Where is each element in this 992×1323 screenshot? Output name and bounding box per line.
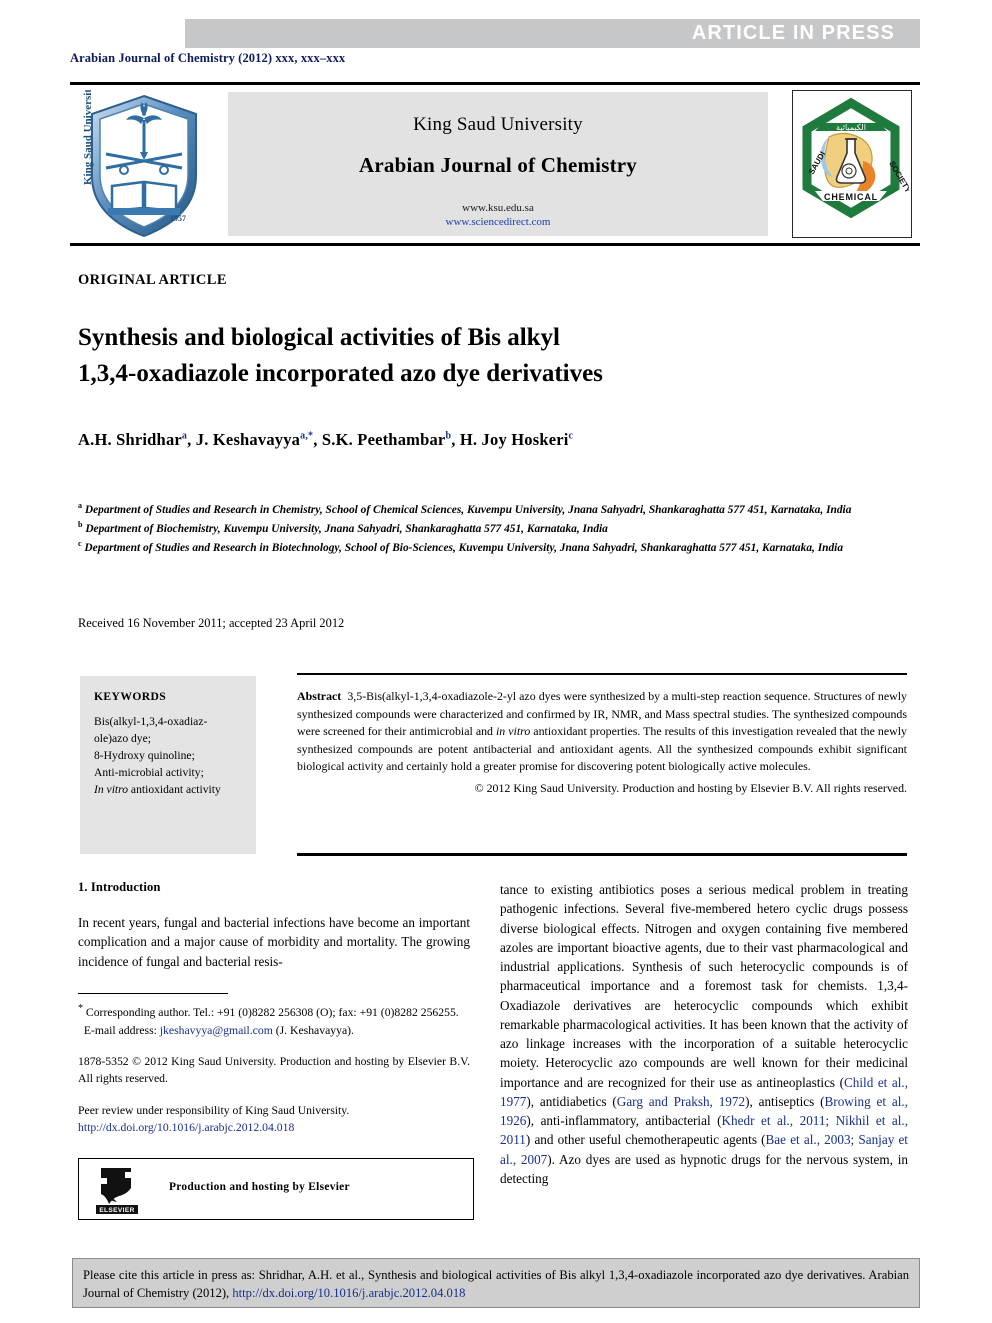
received-accepted-dates: Received 16 November 2011; accepted 23 A… (78, 616, 345, 630)
abstract-block: Abstract 3,5-Bis(alkyl-1,3,4-oxadiazole-… (297, 688, 907, 797)
author-entry: J. Keshavayyaa,*, (195, 430, 322, 449)
saudi-chemical-society-icon: الكيميائية CHEMICAL SAUDI SOCIETY (792, 90, 913, 238)
intro-paragraph-left: In recent years, fungal and bacterial in… (78, 915, 470, 969)
affiliation-item: a Department of Studies and Research in … (78, 501, 852, 516)
issn-copyright-note: 1878-5352 © 2012 King Saud University. P… (78, 1054, 470, 1086)
citation-reference[interactable]: Garg and Praksh, 1972 (617, 1094, 745, 1109)
abstract-italic-phrase: in vitro (496, 724, 531, 738)
svg-text:King Saud University: King Saud University (82, 90, 94, 185)
body-column-left: 1. Introduction In recent years, fungal … (78, 880, 470, 1136)
keywords-heading: KEYWORDS (94, 690, 167, 703)
author-entry: S.K. Peethambarb, (321, 430, 460, 449)
citation-doi-link[interactable]: http://dx.doi.org/10.1016/j.arabjc.2012.… (232, 1286, 465, 1300)
asterisk-icon: * (78, 1003, 83, 1015)
footnote-block: * Corresponding author. Tel.: +91 (0)828… (78, 1002, 470, 1136)
abstract-rule-top (297, 673, 907, 675)
svg-text:CHEMICAL: CHEMICAL (824, 192, 878, 202)
publisher-university-name: King Saud University (413, 114, 583, 135)
author-affiliation-marker: c (568, 430, 574, 442)
article-title-line-2: 1,3,4-oxadiazole incorporated azo dye de… (78, 360, 603, 387)
king-saud-university-shield-icon: King Saud University 1957 (78, 83, 210, 240)
article-first-page: ARTICLE IN PRESS Arabian Journal of Chem… (0, 0, 992, 1323)
article-type-label: ORIGINAL ARTICLE (78, 272, 227, 288)
doi-link[interactable]: http://dx.doi.org/10.1016/j.arabjc.2012.… (78, 1121, 294, 1134)
footnote-divider (78, 992, 228, 995)
svg-text:1957: 1957 (170, 214, 186, 223)
article-in-press-banner: ARTICLE IN PRESS (185, 19, 920, 48)
elsevier-production-label: Production and hosting by Elsevier (169, 1181, 350, 1193)
journal-header-band: King Saud University 1957 King Saud Univ… (70, 83, 920, 240)
keywords-list: Bis(alkyl-1,3,4-oxadiaz-ole)azo dye; 8-H… (94, 713, 244, 798)
elsevier-tree-icon: ELSEVIER (93, 1164, 141, 1214)
affiliation-item: b Department of Biochemistry, Kuvempu Un… (78, 520, 608, 535)
ksu-website-url: www.ksu.edu.sa (462, 202, 534, 214)
abstract-label: Abstract (297, 689, 342, 703)
keyword-item: Anti-microbial activity; (94, 766, 204, 780)
affiliation-item: c Department of Studies and Research in … (78, 539, 844, 555)
author-entry: H. Joy Hoskeric (459, 430, 574, 449)
author-entry: A.H. Shridhara, (78, 430, 196, 449)
article-in-press-label: ARTICLE IN PRESS (691, 21, 895, 44)
journal-masthead-line: Arabian Journal of Chemistry (2012) xxx,… (70, 51, 346, 65)
peer-review-note: Peer review under responsibility of King… (78, 1103, 350, 1134)
keyword-item: 8-Hydroxy quinoline; (94, 749, 195, 763)
keywords-box: KEYWORDS Bis(alkyl-1,3,4-oxadiaz-ole)azo… (80, 676, 256, 854)
author-affiliation-marker: a,* (300, 430, 314, 442)
citation-footer-box: Please cite this article in press as: Sh… (72, 1258, 920, 1308)
corresponding-author-note: * Corresponding author. Tel.: +91 (0)828… (78, 1003, 459, 1020)
intro-paragraph-right: tance to existing antibiotics poses a se… (500, 882, 908, 1186)
svg-text:ELSEVIER: ELSEVIER (99, 1207, 134, 1214)
author-email-link[interactable]: jkeshavyya@gmail.com (160, 1024, 273, 1037)
sciencedirect-url-link[interactable]: www.sciencedirect.com (228, 216, 768, 228)
affiliation-list: a Department of Studies and Research in … (78, 500, 888, 557)
article-title-line-1: Synthesis and biological activities of B… (78, 324, 561, 351)
header-rule-top (70, 82, 920, 85)
author-list: A.H. Shridhara, J. Keshavayyaa,*, S.K. P… (78, 430, 908, 450)
abstract-rule-bottom (297, 853, 907, 856)
keyword-item: In vitro antioxidant activity (94, 783, 221, 797)
page-title: Synthesis and biological activities of B… (78, 320, 878, 392)
elsevier-production-box: ELSEVIER Production and hosting by Elsev… (78, 1158, 474, 1220)
body-column-right: tance to existing antibiotics poses a se… (500, 880, 908, 1188)
section-heading-introduction: 1. Introduction (78, 880, 161, 894)
journal-title-panel: King Saud University Arabian Journal of … (228, 92, 768, 236)
citation-footer-text: Please cite this article in press as: Sh… (83, 1268, 909, 1300)
journal-name: Arabian Journal of Chemistry (358, 153, 637, 177)
svg-text:الكيميائية: الكيميائية (836, 123, 866, 132)
header-rule-bottom (70, 243, 920, 246)
abstract-copyright: © 2012 King Saud University. Production … (474, 780, 907, 795)
email-note: E-mail address: jkeshavyya@gmail.com (J.… (83, 1023, 354, 1037)
keyword-item: Bis(alkyl-1,3,4-oxadiaz-ole)azo dye; (94, 715, 208, 746)
